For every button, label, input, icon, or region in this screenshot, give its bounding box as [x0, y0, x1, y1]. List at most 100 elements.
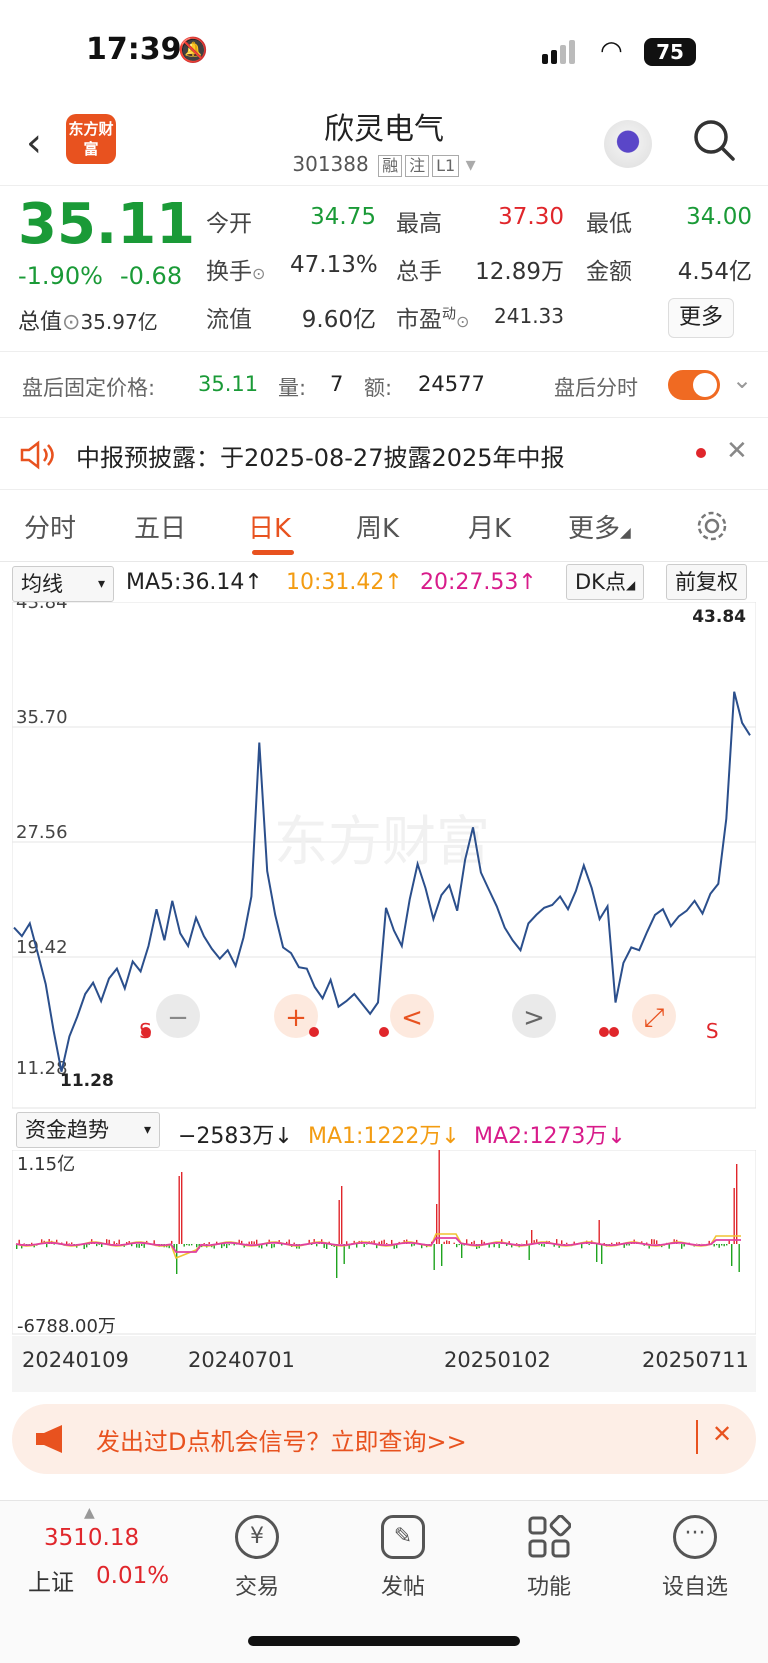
dock-add-watchlist[interactable]: ··· 设自选 [640, 1515, 750, 1601]
tab-intraday[interactable]: 分时 [24, 508, 76, 545]
index-change[interactable]: 0.01% [96, 1563, 169, 1589]
search-icon[interactable] [692, 118, 736, 162]
dock-trade[interactable]: ¥ 交易 [202, 1515, 312, 1601]
fund-y-top: 1.15亿 [17, 1154, 75, 1175]
chevron-down-icon: ▾ [465, 152, 476, 176]
fund-chart-svg[interactable]: 1.15亿 -6788.00万 [11, 1136, 757, 1337]
value-amount: 4.54亿 [677, 259, 752, 285]
fund-bar [176, 1244, 178, 1274]
more-button[interactable]: 更多 [668, 298, 734, 338]
fund-bar [616, 1242, 618, 1244]
fund-bar [531, 1230, 533, 1244]
zoom-out-button[interactable]: − [156, 994, 200, 1038]
fund-trend-chart[interactable]: 1.15亿 -6788.00万 [11, 1136, 757, 1337]
fund-bar [378, 1241, 380, 1244]
k-chart-svg[interactable]: 东方财富 43.8435.7027.5619.4211.28 43.84 11.… [11, 592, 757, 1110]
indicator-select[interactable]: 均线 ▾ [12, 566, 114, 602]
tag-margin: 融 [378, 155, 403, 177]
gear-icon[interactable] [694, 508, 730, 544]
svg-text:>: > [523, 1003, 545, 1033]
fund-bar [448, 1240, 450, 1244]
tag-level: L1 [432, 155, 460, 177]
svg-text:+: + [285, 1003, 307, 1033]
fund-bar [386, 1242, 388, 1244]
fund-bar [223, 1244, 225, 1247]
label-low: 最低 [586, 211, 632, 237]
value-open: 34.75 [310, 204, 376, 230]
total-value: 总值⊙35.97亿 [18, 310, 158, 335]
fund-bar [183, 1244, 185, 1247]
fund-bar [226, 1244, 228, 1249]
label-float-value: 流值 [206, 307, 252, 333]
dock-functions[interactable]: 功能 [494, 1514, 604, 1601]
fund-indicator-select[interactable]: 资金趋势 ▾ [16, 1112, 160, 1148]
svg-text:<: < [401, 1003, 423, 1033]
fund-bar [366, 1244, 368, 1245]
fund-bar [381, 1240, 383, 1244]
caret-up-icon: ▲ [84, 1505, 95, 1521]
fullscreen-button[interactable]: ⤢ [632, 994, 676, 1038]
close-icon[interactable]: ✕ [726, 436, 748, 466]
fund-bar [528, 1244, 530, 1260]
pan-left-button[interactable]: < [390, 994, 434, 1038]
after-hours-label: 盘后固定价格: [22, 376, 156, 400]
max-price-label: 43.84 [692, 607, 746, 627]
fund-bar [336, 1244, 338, 1278]
value-low: 34.00 [686, 204, 752, 230]
fund-bar [461, 1244, 463, 1258]
fund-bar [256, 1239, 258, 1244]
fund-bar [138, 1244, 140, 1248]
fund-bar [46, 1244, 48, 1248]
chevron-down-icon[interactable]: ⌄ [732, 366, 752, 394]
after-hours-toggle[interactable] [668, 370, 720, 400]
signal-dot [379, 1027, 389, 1037]
index-value[interactable]: 3510.18 [44, 1525, 139, 1551]
label-turnover: 换手⊙ [206, 259, 266, 285]
after-hours-vol: 7 [330, 372, 344, 396]
assistant-robot-icon[interactable] [604, 120, 652, 168]
fund-bar [68, 1243, 70, 1244]
dk-point-button[interactable]: DK点◢ [566, 564, 645, 600]
fund-bar [526, 1240, 528, 1244]
adjust-button[interactable]: 前复权 [666, 564, 747, 600]
tab-more[interactable]: 更多◢ [568, 508, 631, 545]
status-bar: 17:39 🔕 ◠ 75 [0, 0, 768, 100]
fund-bar [118, 1239, 120, 1244]
index-name[interactable]: 上证 [28, 1563, 74, 1597]
stock-code-line[interactable]: 301388 融注 L1 ▾ [0, 152, 768, 177]
tab-daily-k[interactable]: 日K [248, 508, 291, 545]
min-price-label: 11.28 [60, 1071, 114, 1091]
edit-icon: ✎ [381, 1515, 425, 1559]
chart-tabs: 分时 五日 日K 周K 月K 更多◢ [0, 490, 768, 562]
pan-right-button[interactable]: > [512, 994, 556, 1038]
fund-bar [628, 1244, 630, 1246]
wifi-icon: ◠ [600, 36, 623, 66]
promo-banner[interactable]: 发出过D点机会信号？立即查询>> ✕ [12, 1404, 756, 1474]
fund-bar [453, 1242, 455, 1244]
dock-post[interactable]: ✎ 发帖 [348, 1515, 458, 1601]
fund-bar [248, 1241, 250, 1244]
tab-weekly-k[interactable]: 周K [356, 508, 399, 545]
fund-bar [716, 1244, 718, 1246]
unread-dot [696, 448, 706, 458]
fund-bar [653, 1239, 655, 1244]
fund-bar [433, 1244, 435, 1270]
close-icon[interactable]: ✕ [712, 1420, 732, 1448]
tab-five-day[interactable]: 五日 [134, 508, 186, 545]
fund-ma1: MA1:1222万↓ [308, 1124, 460, 1149]
stock-header: ‹ 东方财富 欣灵电气 301388 融注 L1 ▾ [0, 100, 768, 186]
fund-bar [443, 1241, 445, 1244]
tab-monthly-k[interactable]: 月K [468, 508, 511, 545]
fund-bar [253, 1241, 255, 1244]
fund-bar [493, 1244, 495, 1248]
fund-bar [566, 1242, 568, 1244]
fund-bar [413, 1244, 415, 1246]
fund-bar [458, 1244, 460, 1246]
fund-bar [271, 1244, 273, 1249]
mute-bell-icon: 🔕 [178, 36, 208, 64]
notice-bar[interactable]: 中报预披露：于2025-08-27披露2025年中报 ✕ [0, 418, 768, 490]
fund-bar [203, 1243, 205, 1244]
daily-k-chart[interactable]: 东方财富 43.84 35.70 27.56 19.42 11.28 43.84 11.… [11, 592, 757, 1110]
fund-bar [186, 1244, 188, 1246]
fund-bar [498, 1244, 500, 1249]
